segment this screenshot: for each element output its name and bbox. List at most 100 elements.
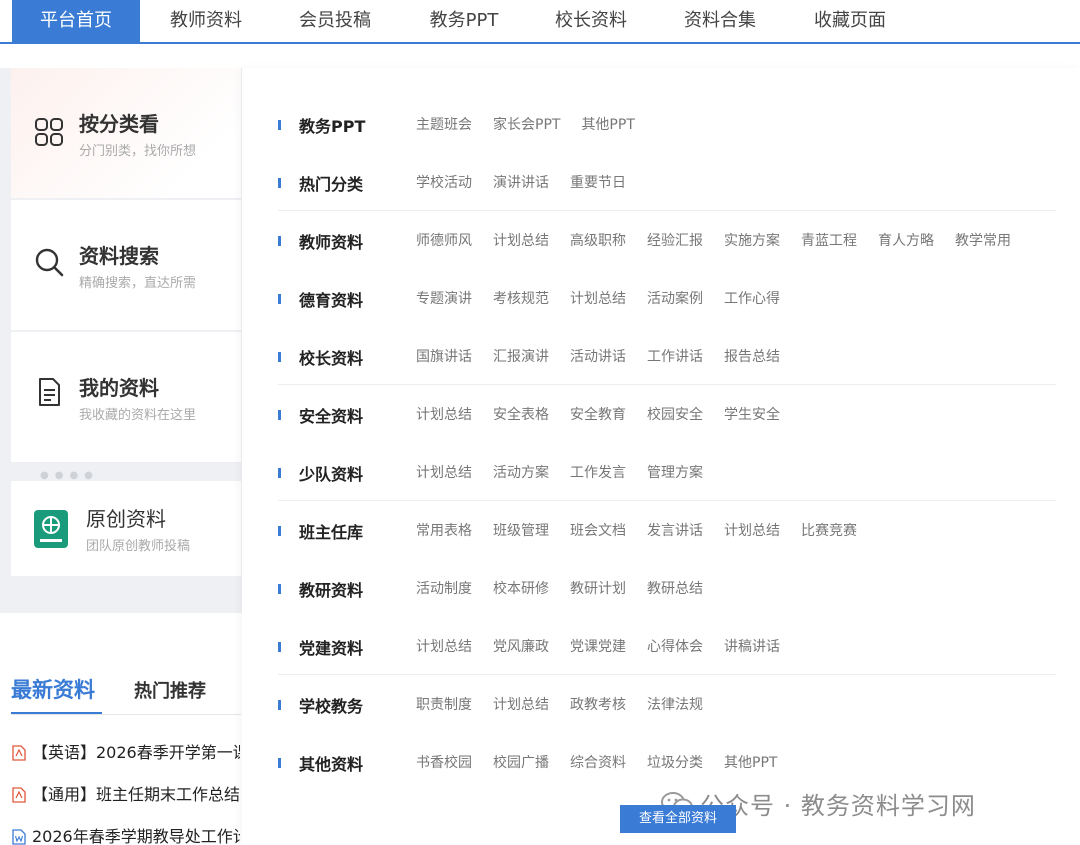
category-link[interactable]: 重要节日 bbox=[570, 172, 626, 192]
category-link[interactable]: 心得体会 bbox=[647, 636, 703, 656]
category-link[interactable]: 工作发言 bbox=[570, 462, 626, 482]
category-marker bbox=[278, 468, 281, 478]
category-link[interactable]: 职责制度 bbox=[416, 694, 472, 714]
tab-latest[interactable]: 最新资料 bbox=[11, 674, 95, 704]
category-link[interactable]: 班级管理 bbox=[493, 520, 549, 540]
category-link[interactable]: 常用表格 bbox=[416, 520, 472, 540]
category-link[interactable]: 高级职称 bbox=[570, 230, 626, 250]
search-icon bbox=[35, 248, 64, 277]
category-link[interactable]: 法律法规 bbox=[647, 694, 703, 714]
category-name[interactable]: 安全资料 bbox=[299, 403, 363, 427]
category-link[interactable]: 工作心得 bbox=[724, 288, 780, 308]
tab-hot[interactable]: 热门推荐 bbox=[134, 677, 206, 703]
view-all-button[interactable]: 查看全部资料 bbox=[620, 805, 736, 833]
category-link[interactable]: 校园安全 bbox=[647, 404, 703, 424]
category-row: 学校教务 职责制度 计划总结 政教考核 法律法规 bbox=[278, 675, 1056, 733]
nav-tab-member-submission[interactable]: 会员投稿 bbox=[271, 0, 399, 42]
category-link[interactable]: 比赛竞赛 bbox=[801, 520, 857, 540]
category-link[interactable]: 计划总结 bbox=[416, 462, 472, 482]
category-marker bbox=[278, 294, 281, 304]
category-link[interactable]: 其他PPT bbox=[581, 114, 634, 134]
category-link[interactable]: 教研总结 bbox=[647, 578, 703, 598]
category-link[interactable]: 育人方略 bbox=[878, 230, 934, 250]
category-link[interactable]: 青蓝工程 bbox=[801, 230, 857, 250]
category-link[interactable]: 党课党建 bbox=[570, 636, 626, 656]
category-link[interactable]: 工作讲话 bbox=[647, 346, 703, 366]
category-link[interactable]: 综合资料 bbox=[570, 752, 626, 772]
category-link[interactable]: 安全表格 bbox=[493, 404, 549, 424]
category-name[interactable]: 少队资料 bbox=[299, 461, 363, 485]
category-link[interactable]: 家长会PPT bbox=[493, 114, 560, 134]
nav-tab-academic-ppt[interactable]: 教务PPT bbox=[400, 0, 528, 42]
category-link[interactable]: 汇报演讲 bbox=[493, 346, 549, 366]
category-link[interactable]: 学校活动 bbox=[416, 172, 472, 192]
category-name[interactable]: 其他资料 bbox=[299, 751, 363, 775]
category-link[interactable]: 计划总结 bbox=[493, 694, 549, 714]
category-link[interactable]: 活动讲话 bbox=[570, 346, 626, 366]
category-name[interactable]: 学校教务 bbox=[299, 693, 363, 717]
category-link[interactable]: 国旗讲话 bbox=[416, 346, 472, 366]
category-link[interactable]: 计划总结 bbox=[416, 636, 472, 656]
card-original[interactable]: 原创资料 团队原创教师投稿 bbox=[11, 481, 241, 576]
category-link[interactable]: 班会文档 bbox=[570, 520, 626, 540]
category-link[interactable]: 计划总结 bbox=[493, 230, 549, 250]
card-browse-category[interactable]: 按分类看 分门别类，找你所想 bbox=[11, 68, 241, 198]
card-search[interactable]: 资料搜索 精确搜索，直达所需 bbox=[11, 200, 241, 330]
category-link[interactable]: 政教考核 bbox=[570, 694, 626, 714]
nav-tab-principal-materials[interactable]: 校长资料 bbox=[527, 0, 655, 42]
category-links: 师德师风 计划总结 高级职称 经验汇报 实施方案 青蓝工程 育人方略 教学常用 bbox=[416, 230, 1032, 250]
category-link[interactable]: 党风廉政 bbox=[493, 636, 549, 656]
category-link[interactable]: 讲稿讲话 bbox=[724, 636, 780, 656]
category-link[interactable]: 实施方案 bbox=[724, 230, 780, 250]
category-link[interactable]: 专题演讲 bbox=[416, 288, 472, 308]
category-link[interactable]: 计划总结 bbox=[416, 404, 472, 424]
category-link[interactable]: 活动制度 bbox=[416, 578, 472, 598]
category-name[interactable]: 教务PPT bbox=[299, 113, 365, 137]
category-links: 学校活动 演讲讲话 重要节日 bbox=[416, 172, 647, 192]
nav-tab-teacher-materials[interactable]: 教师资料 bbox=[142, 0, 270, 42]
category-link[interactable]: 教学常用 bbox=[955, 230, 1011, 250]
card-my-materials[interactable]: 我的资料 我收藏的资料在这里 bbox=[11, 332, 241, 462]
category-name[interactable]: 班主任库 bbox=[299, 519, 363, 543]
category-marker bbox=[278, 120, 281, 130]
category-link[interactable]: 经验汇报 bbox=[647, 230, 703, 250]
category-link[interactable]: 计划总结 bbox=[724, 520, 780, 540]
category-marker bbox=[278, 700, 281, 710]
category-link[interactable]: 其他PPT bbox=[724, 752, 777, 772]
category-link[interactable]: 学生安全 bbox=[724, 404, 780, 424]
category-row: 德育资料 专题演讲 考核规范 计划总结 活动案例 工作心得 bbox=[278, 269, 1056, 327]
category-name[interactable]: 德育资料 bbox=[299, 287, 363, 311]
category-link[interactable]: 活动案例 bbox=[647, 288, 703, 308]
nav-tab-home[interactable]: 平台首页 bbox=[12, 0, 140, 42]
category-link[interactable]: 考核规范 bbox=[493, 288, 549, 308]
category-name[interactable]: 党建资料 bbox=[299, 635, 363, 659]
category-link[interactable]: 计划总结 bbox=[570, 288, 626, 308]
category-link[interactable]: 师德师风 bbox=[416, 230, 472, 250]
category-link[interactable]: 书香校园 bbox=[416, 752, 472, 772]
list-item[interactable]: 2026年春季学期教导处工作计 bbox=[12, 823, 240, 845]
category-link[interactable]: 主题班会 bbox=[416, 114, 472, 134]
category-link[interactable]: 活动方案 bbox=[493, 462, 549, 482]
category-link[interactable]: 安全教育 bbox=[570, 404, 626, 424]
category-link[interactable]: 演讲讲话 bbox=[493, 172, 549, 192]
category-name[interactable]: 校长资料 bbox=[299, 345, 363, 369]
word-file-icon bbox=[12, 829, 26, 845]
category-link[interactable]: 校园广播 bbox=[493, 752, 549, 772]
category-name[interactable]: 热门分类 bbox=[299, 171, 363, 195]
category-name[interactable]: 教师资料 bbox=[299, 229, 363, 253]
category-link[interactable]: 报告总结 bbox=[724, 346, 780, 366]
book-icon bbox=[34, 510, 68, 548]
nav-tab-favorites[interactable]: 收藏页面 bbox=[786, 0, 914, 42]
category-name[interactable]: 教研资料 bbox=[299, 577, 363, 601]
watermark-text: 公众号 · 教务资料学习网 bbox=[700, 792, 976, 820]
category-link[interactable]: 管理方案 bbox=[647, 462, 703, 482]
category-link[interactable]: 教研计划 bbox=[570, 578, 626, 598]
category-link[interactable]: 校本研修 bbox=[493, 578, 549, 598]
nav-tab-collections[interactable]: 资料合集 bbox=[656, 0, 784, 42]
list-item[interactable]: 【英语】2026春季开学第一课 bbox=[12, 739, 240, 761]
category-link[interactable]: 垃圾分类 bbox=[647, 752, 703, 772]
category-link[interactable]: 发言讲话 bbox=[647, 520, 703, 540]
list-item[interactable]: 【通用】班主任期末工作总结 bbox=[12, 781, 240, 803]
card-subtitle: 团队原创教师投稿 bbox=[86, 539, 191, 554]
category-panel: 教务PPT 主题班会 家长会PPT 其他PPT 热门分类 学校活动 演讲讲话 重要节日教师资料… bbox=[242, 68, 1080, 844]
